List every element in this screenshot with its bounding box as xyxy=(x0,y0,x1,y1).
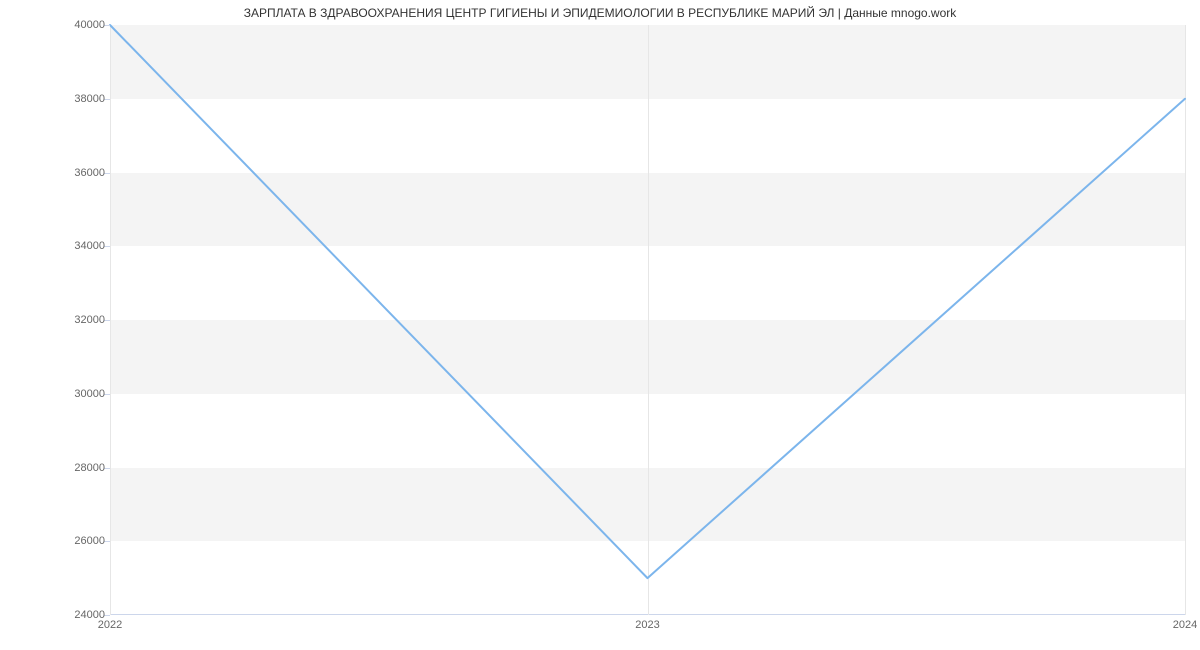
y-tick-label: 26000 xyxy=(25,535,105,547)
y-tick-label: 40000 xyxy=(25,19,105,31)
chart-title: ЗАРПЛАТА В ЗДРАВООХРАНЕНИЯ ЦЕНТР ГИГИЕНЫ… xyxy=(0,6,1200,20)
x-tick-label: 2022 xyxy=(98,619,122,631)
series-line xyxy=(110,25,1185,578)
plot-area xyxy=(110,25,1185,615)
y-tick-label: 32000 xyxy=(25,314,105,326)
x-gridline xyxy=(1185,25,1186,615)
y-tick-label: 28000 xyxy=(25,462,105,474)
x-tick-label: 2023 xyxy=(635,619,659,631)
x-tick-label: 2024 xyxy=(1173,619,1197,631)
line-layer xyxy=(110,25,1185,615)
y-tick-label: 30000 xyxy=(25,388,105,400)
y-tick-label: 36000 xyxy=(25,167,105,179)
y-tick-label: 38000 xyxy=(25,93,105,105)
chart-container: ЗАРПЛАТА В ЗДРАВООХРАНЕНИЯ ЦЕНТР ГИГИЕНЫ… xyxy=(0,0,1200,650)
y-tick-label: 34000 xyxy=(25,240,105,252)
y-tick-label: 24000 xyxy=(25,609,105,621)
